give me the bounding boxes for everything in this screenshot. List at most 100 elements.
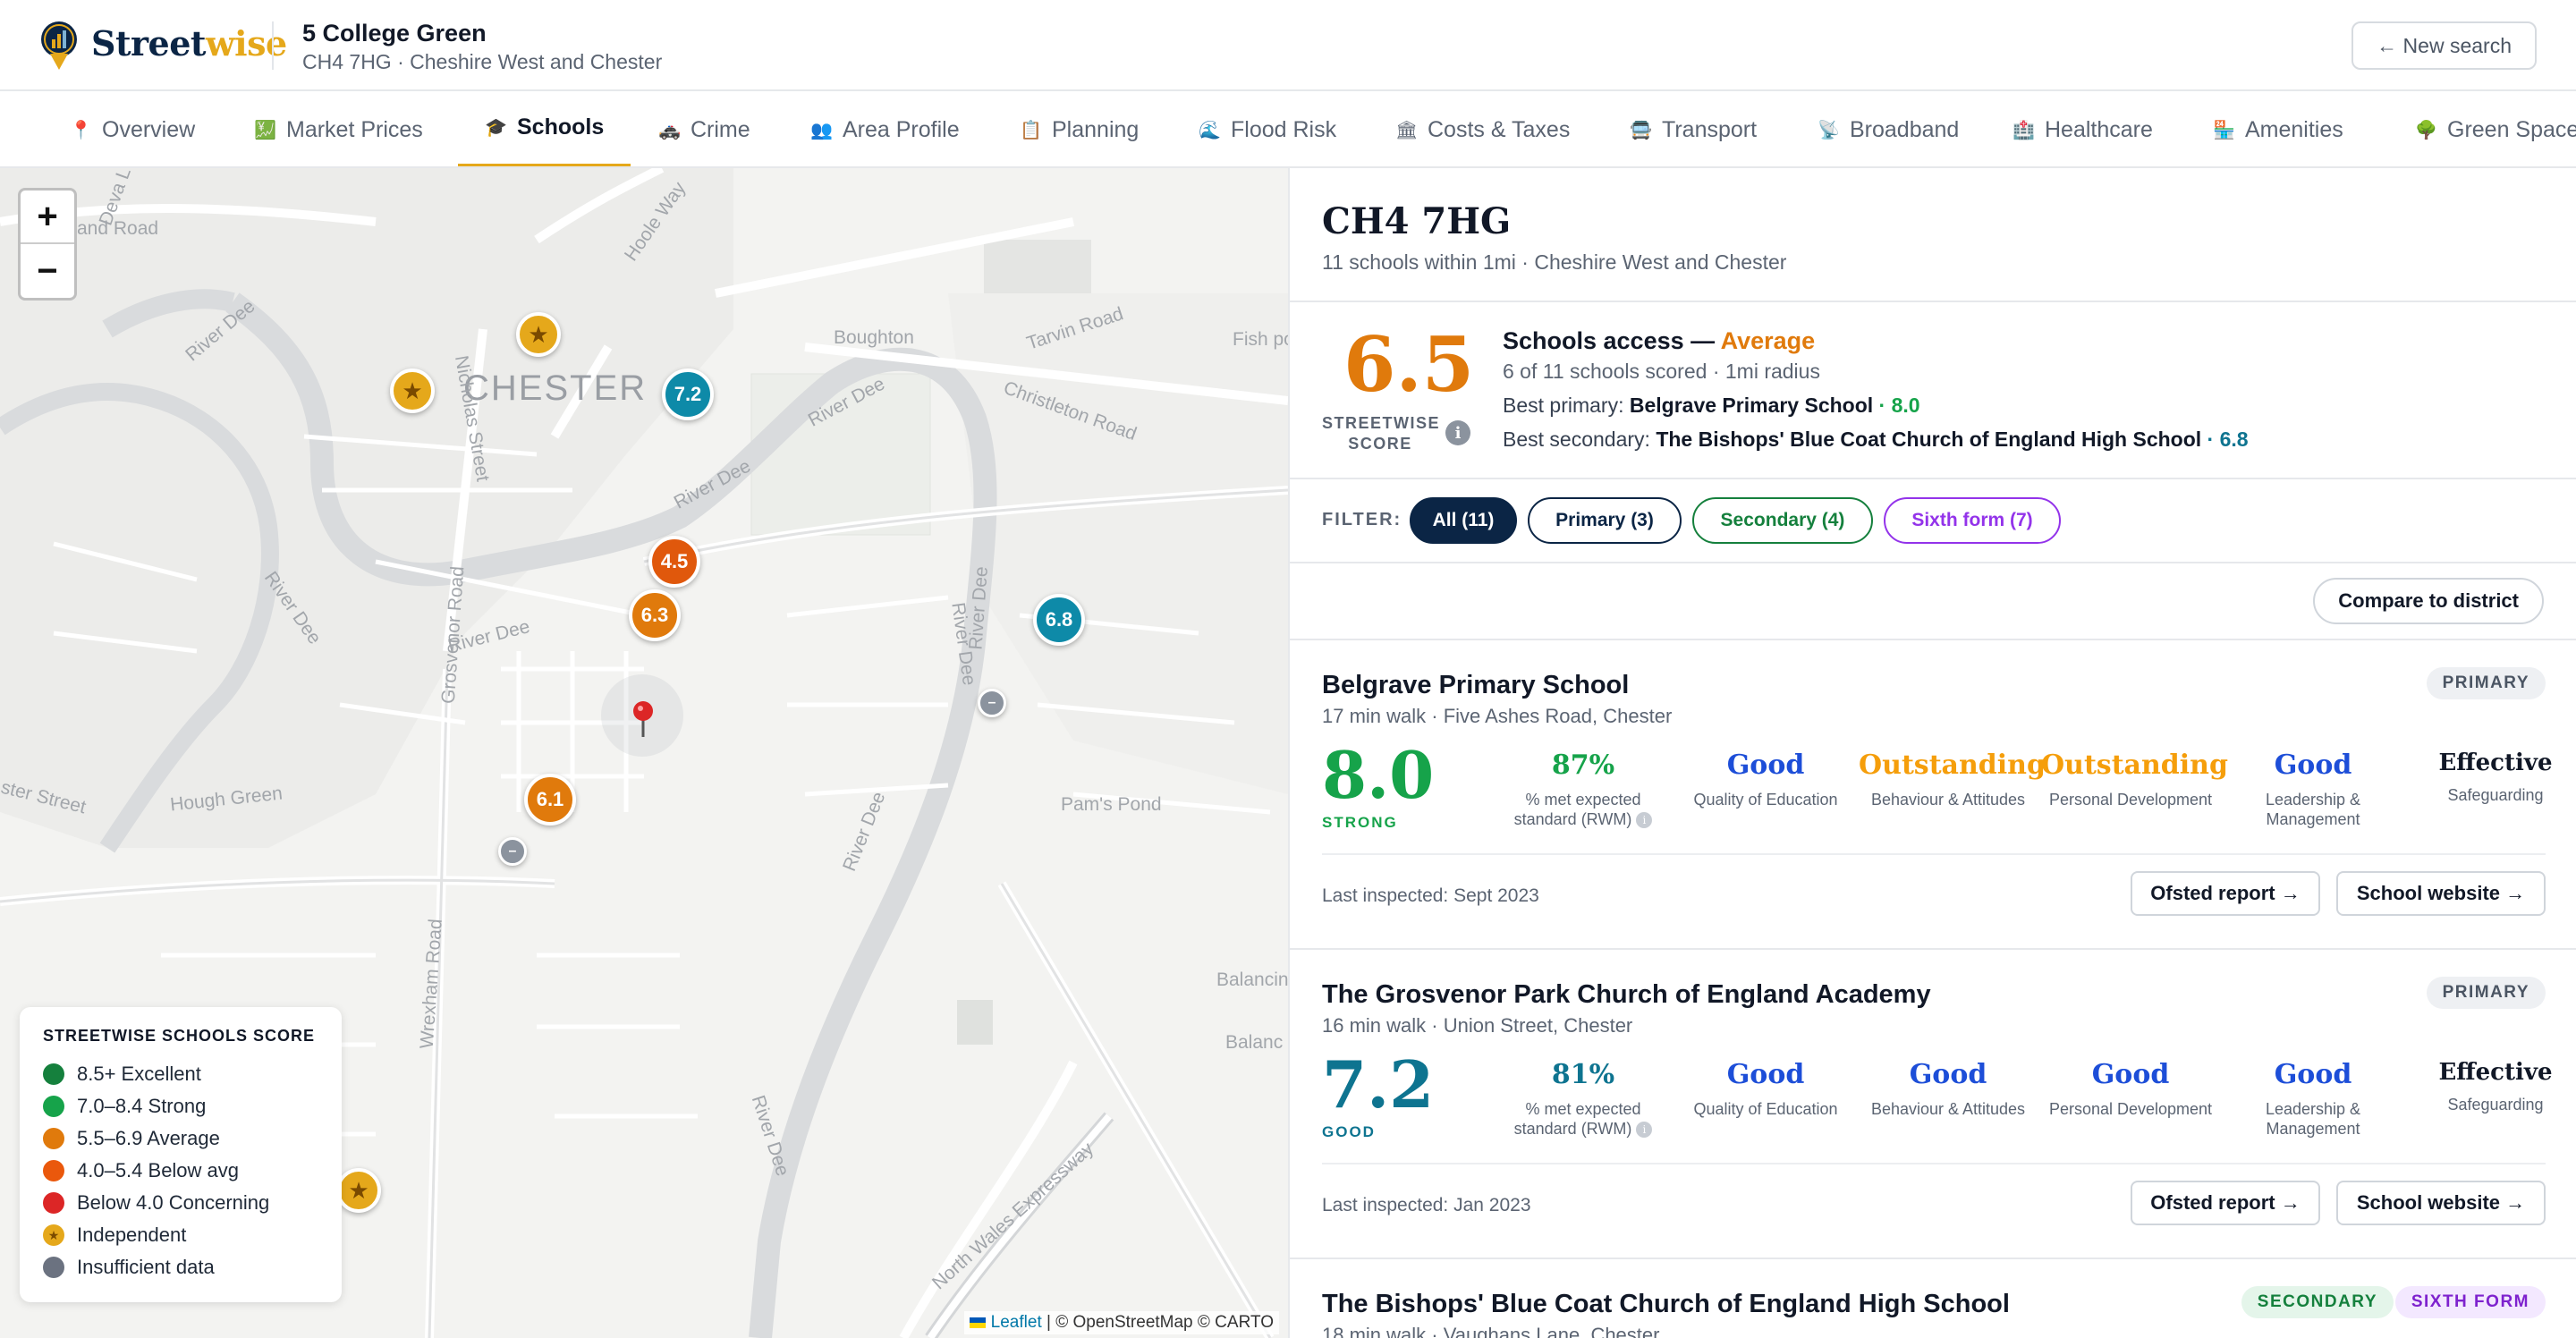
panel-postcode: CH4 7HG	[1322, 200, 1512, 242]
independent-school-marker[interactable]: ★	[516, 312, 561, 357]
new-search-button[interactable]: ← New search	[2351, 21, 2537, 70]
school-website-button[interactable]: School website →	[2336, 1181, 2546, 1225]
tab-label: Market Prices	[286, 116, 423, 142]
metric-leadership: Good Leadership & Management	[2224, 1059, 2402, 1139]
star-icon: ★	[528, 320, 549, 348]
school-phase-badge-sixth-form: SIXTH FORM	[2394, 1286, 2546, 1318]
schools-map[interactable]: CHESTER Boughton Tarvin Road Christleton…	[0, 168, 1288, 1338]
school-marker-6-3[interactable]: 6.3	[629, 589, 681, 641]
legend-item: 4.0–5.4 Below avg	[43, 1155, 318, 1187]
attribution-text: | © OpenStreetMap © CARTO	[1041, 1313, 1274, 1332]
independent-school-marker[interactable]: ★	[336, 1168, 381, 1213]
best-primary-score: · 8.0	[1873, 394, 1920, 417]
schools-access-title: Schools access — Average	[1503, 327, 1815, 355]
legend-item: Below 4.0 Concerning	[43, 1187, 318, 1219]
ofsted-report-button[interactable]: Ofsted report →	[2131, 1181, 2320, 1225]
ukraine-flag-icon	[969, 1317, 986, 1328]
tab-costs-taxes[interactable]: 🏛 Costs & Taxes	[1395, 91, 1570, 166]
metric-label: % met expected standard (RWM)	[1513, 1100, 1641, 1138]
tab-label: Broadband	[1850, 116, 1960, 142]
clipboard-icon: 📋	[1020, 120, 1042, 140]
filter-primary-chip[interactable]: Primary (3)	[1528, 497, 1682, 544]
insufficient-data-marker[interactable]: –	[498, 837, 527, 866]
zoom-in-button[interactable]: +	[21, 191, 74, 244]
satellite-icon: 📡	[1818, 120, 1840, 140]
filter-label: FILTER:	[1322, 510, 1402, 529]
address-subtitle: CH4 7HG · Cheshire West and Chester	[302, 50, 663, 73]
tab-schools[interactable]: 🎓 Schools	[458, 91, 631, 166]
metric-rwm: 81% % met expected standard (RWM) i	[1494, 1059, 1673, 1139]
ofsted-report-button[interactable]: Ofsted report →	[2131, 871, 2320, 916]
legend-swatch	[43, 1257, 64, 1278]
tab-label: Overview	[102, 116, 196, 142]
independent-school-marker[interactable]: ★	[390, 368, 435, 413]
tab-label: Healthcare	[2045, 116, 2153, 142]
info-icon[interactable]: i	[1636, 1122, 1653, 1139]
map-label-boughton: Boughton	[834, 327, 914, 348]
legend-title: STREETWISE SCHOOLS SCORE	[43, 1027, 316, 1045]
metric-value: 81%	[1551, 1059, 1615, 1090]
best-secondary: Best secondary: The Bishops' Blue Coat C…	[1503, 428, 2249, 452]
brand-name-main: Street	[91, 23, 206, 64]
school-name[interactable]: The Grosvenor Park Church of England Aca…	[1322, 980, 1931, 1010]
tab-green-space[interactable]: 🌳 Green Space	[2415, 91, 2576, 166]
metric-quality-of-education: Good Quality of Education	[1676, 1059, 1855, 1119]
metric-label: Personal Development	[2048, 1100, 2213, 1118]
tab-healthcare[interactable]: 🏥 Healthcare	[2012, 91, 2153, 166]
metric-label: Safeguarding	[2447, 1096, 2544, 1114]
school-marker-4-5[interactable]: 4.5	[648, 536, 700, 588]
tab-planning[interactable]: 📋 Planning	[1020, 91, 1139, 166]
zoom-out-button[interactable]: −	[21, 244, 74, 298]
school-website-button[interactable]: School website →	[2336, 871, 2546, 916]
school-score: 8.0	[1322, 737, 1435, 813]
tab-market-prices[interactable]: 💹 Market Prices	[254, 91, 423, 166]
metric-leadership: Good Leadership & Management	[2224, 749, 2402, 829]
info-icon[interactable]: i	[1636, 812, 1653, 829]
filter-secondary-chip[interactable]: Secondary (4)	[1692, 497, 1873, 544]
divider	[1290, 301, 2576, 302]
school-card[interactable]: The Grosvenor Park Church of England Aca…	[1290, 977, 2576, 1231]
graduation-cap-icon: 🎓	[485, 118, 507, 138]
best-secondary-name: The Bishops' Blue Coat Church of England…	[1656, 428, 2202, 451]
school-phase-badge-secondary: SECONDARY	[2241, 1286, 2394, 1318]
school-marker-6-8[interactable]: 6.8	[1033, 594, 1085, 646]
tab-area-profile[interactable]: 👥 Area Profile	[810, 91, 960, 166]
school-marker-6-1[interactable]: 6.1	[524, 774, 576, 826]
brand-logo[interactable]: Streetwise	[91, 23, 287, 64]
info-icon[interactable]: i	[1445, 420, 1470, 445]
filter-sixth-form-chip[interactable]: Sixth form (7)	[1884, 497, 2061, 544]
best-primary-label: Best primary:	[1503, 394, 1630, 417]
tab-label: Crime	[691, 116, 750, 142]
tab-broadband[interactable]: 📡 Broadband	[1818, 91, 1960, 166]
tab-flood-risk[interactable]: 🌊 Flood Risk	[1199, 91, 1336, 166]
leaflet-link[interactable]: Leaflet	[991, 1313, 1042, 1332]
tab-crime[interactable]: 🚓 Crime	[658, 91, 750, 166]
divider	[1290, 948, 2576, 950]
header-divider	[272, 21, 274, 70]
legend-item: 8.5+ Excellent	[43, 1058, 318, 1090]
insufficient-data-marker[interactable]: –	[978, 689, 1006, 717]
zoom-control: + −	[18, 188, 77, 301]
filter-all-chip[interactable]: All (11)	[1410, 497, 1517, 544]
metric-value: 87%	[1551, 749, 1615, 781]
school-name[interactable]: Belgrave Primary School	[1322, 671, 1629, 700]
school-card[interactable]: The Bishops' Blue Coat Church of England…	[1290, 1286, 2576, 1338]
tab-overview[interactable]: 📍 Overview	[70, 91, 196, 166]
metric-value: Effective	[2438, 1059, 2553, 1086]
metric-safeguarding: Effective Safeguarding	[2406, 749, 2576, 805]
bank-icon: 🏛	[1395, 120, 1419, 140]
bus-icon: 🚍	[1630, 120, 1652, 140]
tab-transport[interactable]: 🚍 Transport	[1630, 91, 1757, 166]
tab-amenities[interactable]: 🏪 Amenities	[2213, 91, 2343, 166]
metric-safeguarding: Effective Safeguarding	[2406, 1059, 2576, 1114]
metric-value: Good	[2091, 1059, 2170, 1090]
school-marker-7-2[interactable]: 7.2	[662, 368, 714, 420]
compare-to-district-button[interactable]: Compare to district	[2313, 578, 2544, 624]
hospital-icon: 🏥	[2012, 120, 2035, 140]
school-name[interactable]: The Bishops' Blue Coat Church of England…	[1322, 1290, 2010, 1319]
school-location: 16 min walk · Union Street, Chester	[1322, 1014, 1633, 1037]
metric-value: Good	[1726, 1059, 1805, 1090]
school-card[interactable]: Belgrave Primary School 17 min walk · Fi…	[1290, 667, 2576, 921]
legend-swatch	[43, 1192, 64, 1214]
chart-icon: 💹	[254, 120, 276, 140]
